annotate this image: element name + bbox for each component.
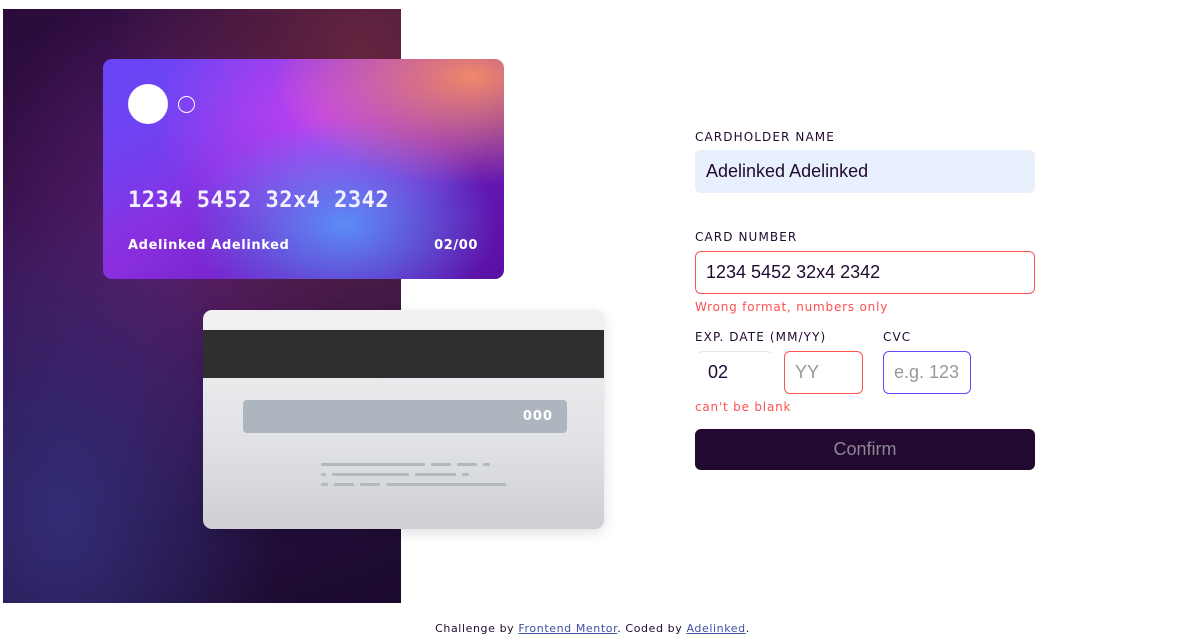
frontend-mentor-link[interactable]: Frontend Mentor [518,622,617,635]
footer-middle: . Coded by [617,622,683,635]
cardholder-name-label: CARDHOLDER NAME [695,130,835,144]
signature-strip: 000 [243,400,567,433]
card-number-error: Wrong format, numbers only [695,300,889,314]
card-back-pattern-row [321,483,506,486]
exp-date-label: EXP. DATE (MM/YY) [695,330,827,344]
cvc-input[interactable] [883,351,971,394]
exp-month-input[interactable] [697,351,773,394]
card-logo-circle-small [178,96,195,113]
card-front-name: Adelinked Adelinked [128,238,290,253]
card-back-cvc: 000 [522,409,553,424]
card-back: 000 [203,310,604,529]
card-logo-circle-large [128,84,168,124]
card-back-pattern-row [321,473,469,476]
card-front-expiry: 02/00 [434,238,478,253]
card-front-number: 1234 5452 32x4 2342 [128,188,390,213]
footer-attribution: Challenge by Frontend Mentor. Coded by A… [0,622,1185,635]
cardholder-name-input[interactable] [695,150,1035,193]
magnetic-stripe [203,330,604,378]
confirm-button[interactable]: Confirm [695,429,1035,470]
card-back-pattern-row [321,463,490,466]
cvc-label: CVC [883,330,912,344]
author-link[interactable]: Adelinked [686,622,745,635]
footer-suffix: . [745,622,750,635]
footer-prefix: Challenge by [435,622,515,635]
card-number-input[interactable] [695,251,1035,294]
card-front: 1234 5452 32x4 2342 Adelinked Adelinked … [103,59,504,279]
card-number-label: CARD NUMBER [695,230,798,244]
exp-year-input[interactable] [784,351,863,394]
exp-date-error: can't be blank [695,400,792,414]
